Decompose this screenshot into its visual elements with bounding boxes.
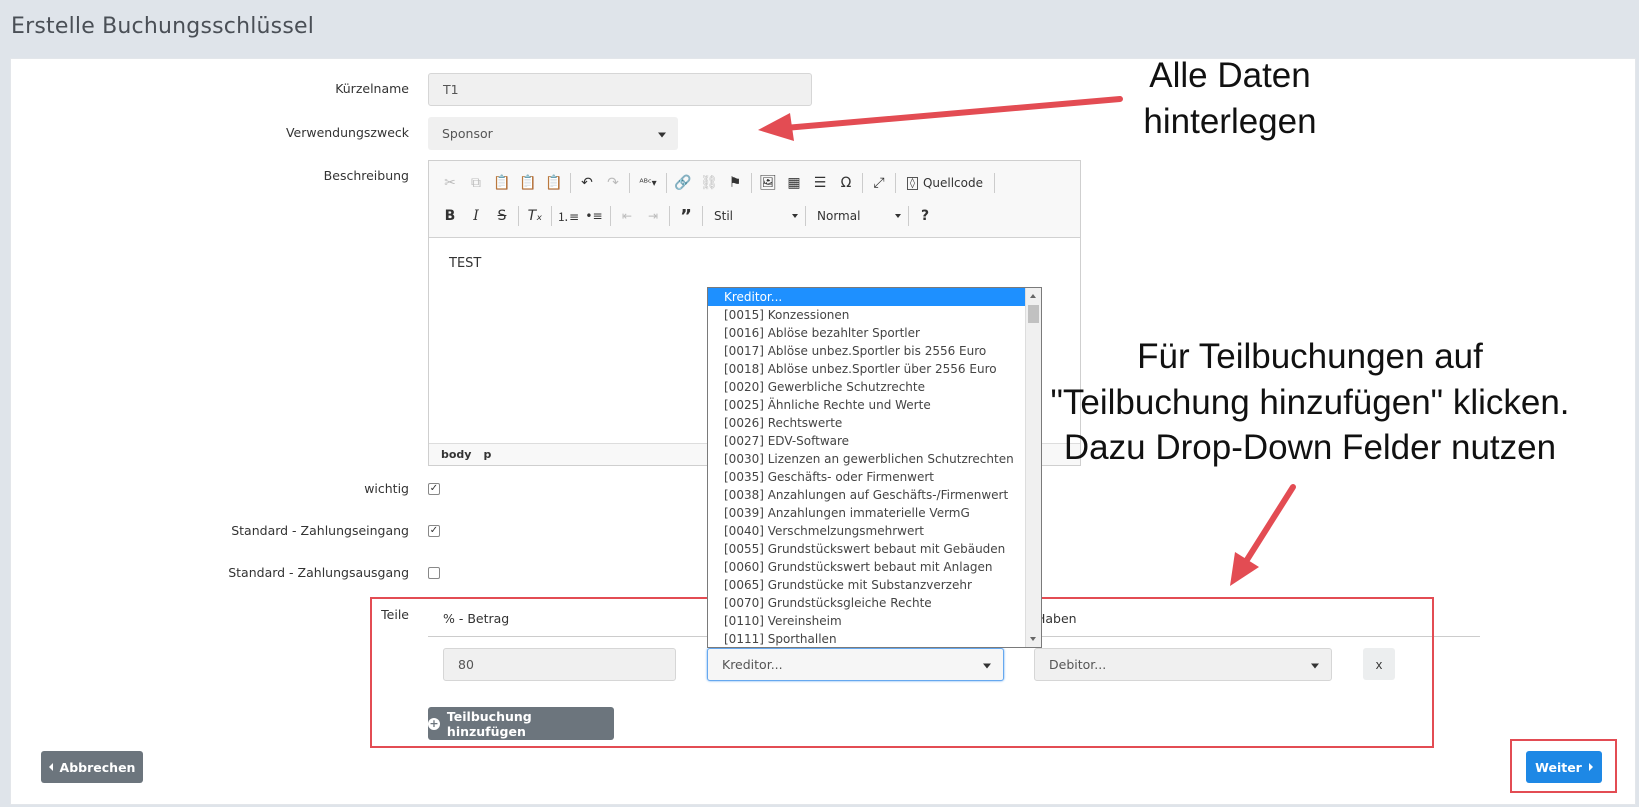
- dropdown-option[interactable]: [0110] Vereinsheim: [708, 612, 1041, 630]
- annotation-top-line: Alle Daten: [1149, 56, 1311, 95]
- format-combo[interactable]: Normal: [809, 205, 905, 227]
- kuerzelname-value: T1: [443, 82, 459, 97]
- remove-format-icon[interactable]: Tₓ: [522, 204, 548, 228]
- toolbar-separator: [570, 173, 571, 193]
- chevron-left-icon: [48, 763, 53, 771]
- dropdown-option[interactable]: [0055] Grundstückswert bebaut mit Gebäud…: [708, 540, 1041, 558]
- strikethrough-icon[interactable]: S: [489, 204, 515, 228]
- cut-icon[interactable]: ✂: [437, 171, 463, 195]
- annotation-middle-line: "Teilbuchung hinzufügen" klicken.: [1050, 382, 1570, 422]
- wichtig-label: wichtig: [364, 481, 409, 496]
- wichtig-checkbox[interactable]: ✓: [428, 483, 440, 495]
- numbered-list-icon[interactable]: ⒈≡: [555, 204, 581, 228]
- toolbar-separator: [629, 173, 630, 193]
- editor-toolbar: ✂ ⧉ 📋 📋 📋 ↶ ↷ ᴬᴮᶜ▾ 🔗 ⛓ ⚑ 🖼 ▦ ☰ Ω ⤢ ◊ Que: [429, 161, 1080, 238]
- paste-text-icon[interactable]: 📋: [515, 171, 541, 195]
- toolbar-separator: [551, 206, 552, 226]
- format-combo-label: Normal: [817, 209, 861, 223]
- scroll-up-arrow-icon[interactable]: [1030, 294, 1036, 298]
- toolbar-separator: [805, 206, 806, 226]
- style-combo[interactable]: Stil: [706, 205, 802, 227]
- highlight-next-box: [1510, 739, 1617, 793]
- source-icon: ◊: [907, 176, 918, 190]
- maximize-icon[interactable]: ⤢: [866, 171, 892, 195]
- path-p[interactable]: p: [483, 448, 491, 461]
- anchor-flag-icon[interactable]: ⚑: [722, 171, 748, 195]
- annotation-middle: Für Teilbuchungen auf "Teilbuchung hinzu…: [990, 334, 1630, 471]
- dropdown-option[interactable]: [0035] Geschäfts- oder Firmenwert: [708, 468, 1041, 486]
- special-char-icon[interactable]: Ω: [833, 171, 859, 195]
- italic-icon[interactable]: I: [463, 204, 489, 228]
- dropdown-option[interactable]: Kreditor...: [708, 288, 1041, 306]
- kuerzelname-input[interactable]: T1: [428, 73, 812, 106]
- toolbar-separator: [666, 173, 667, 193]
- dropdown-option[interactable]: [0060] Grundstückswert bebaut mit Anlage…: [708, 558, 1041, 576]
- horizontal-line-icon[interactable]: ☰: [807, 171, 833, 195]
- toolbar-separator: [702, 206, 703, 226]
- bold-icon[interactable]: B: [437, 204, 463, 228]
- toolbar-separator: [908, 206, 909, 226]
- chevron-down-icon: [658, 132, 666, 137]
- dropdown-option[interactable]: [0039] Anzahlungen immaterielle VermG: [708, 504, 1041, 522]
- paste-word-icon[interactable]: 📋: [541, 171, 567, 195]
- path-body[interactable]: body: [441, 448, 471, 461]
- link-icon[interactable]: 🔗: [670, 171, 696, 195]
- scroll-thumb[interactable]: [1028, 305, 1039, 323]
- annotation-middle-line: Für Teilbuchungen auf: [1137, 337, 1483, 376]
- source-button[interactable]: ◊ Quellcode: [899, 172, 991, 194]
- verwendungszweck-select[interactable]: Sponsor: [428, 117, 678, 150]
- paste-icon[interactable]: 📋: [489, 171, 515, 195]
- toolbar-separator: [895, 173, 896, 193]
- standard-eingang-label: Standard - Zahlungseingang: [231, 523, 409, 538]
- dropdown-option[interactable]: [0111] Sporthallen: [708, 630, 1041, 647]
- standard-eingang-checkbox[interactable]: ✓: [428, 525, 440, 537]
- cancel-label: Abbrechen: [59, 759, 136, 775]
- blockquote-icon[interactable]: ”: [673, 204, 699, 228]
- verwendungszweck-value: Sponsor: [442, 126, 493, 141]
- scroll-down-arrow-icon[interactable]: [1030, 637, 1036, 641]
- standard-ausgang-label: Standard - Zahlungsausgang: [228, 565, 409, 580]
- redo-icon[interactable]: ↷: [600, 171, 626, 195]
- bulleted-list-icon[interactable]: •≡: [581, 204, 607, 228]
- chevron-down-icon: [895, 214, 901, 218]
- help-icon[interactable]: ?: [912, 204, 938, 228]
- toolbar-separator: [610, 206, 611, 226]
- source-label: Quellcode: [922, 176, 983, 190]
- toolbar-separator: [994, 173, 995, 193]
- image-icon[interactable]: 🖼: [755, 171, 781, 195]
- toolbar-separator: [669, 206, 670, 226]
- outdent-icon[interactable]: ⇤: [614, 204, 640, 228]
- table-icon[interactable]: ▦: [781, 171, 807, 195]
- annotation-top-line: hinterlegen: [1143, 101, 1317, 141]
- indent-icon[interactable]: ⇥: [640, 204, 666, 228]
- kuerzelname-label: Kürzelname: [335, 81, 409, 96]
- style-combo-label: Stil: [714, 209, 733, 223]
- spellcheck-icon[interactable]: ᴬᴮᶜ▾: [633, 171, 663, 195]
- toolbar-separator: [862, 173, 863, 193]
- dropdown-option[interactable]: [0040] Verschmelzungsmehrwert: [708, 522, 1041, 540]
- editor-content[interactable]: TEST: [449, 256, 481, 271]
- toolbar-separator: [518, 206, 519, 226]
- beschreibung-label: Beschreibung: [323, 168, 409, 183]
- dropdown-option[interactable]: [0015] Konzessionen: [708, 306, 1041, 324]
- chevron-down-icon: [792, 214, 798, 218]
- cancel-button[interactable]: Abbrechen: [41, 751, 143, 783]
- dropdown-option[interactable]: [0065] Grundstücke mit Substanzverzehr: [708, 576, 1041, 594]
- dropdown-option[interactable]: [0070] Grundstücksgleiche Rechte: [708, 594, 1041, 612]
- verwendungszweck-label: Verwendungszweck: [285, 125, 409, 140]
- unlink-icon[interactable]: ⛓: [696, 171, 722, 195]
- standard-ausgang-checkbox[interactable]: [428, 567, 440, 579]
- annotation-middle-line: Dazu Drop-Down Felder nutzen: [1063, 428, 1557, 467]
- copy-icon[interactable]: ⧉: [463, 171, 489, 195]
- undo-icon[interactable]: ↶: [574, 171, 600, 195]
- page-title: Erstelle Buchungsschlüssel: [11, 14, 315, 39]
- toolbar-separator: [751, 173, 752, 193]
- annotation-top: Alle Daten hinterlegen: [1080, 53, 1380, 144]
- dropdown-option[interactable]: [0038] Anzahlungen auf Geschäfts-/Firmen…: [708, 486, 1041, 504]
